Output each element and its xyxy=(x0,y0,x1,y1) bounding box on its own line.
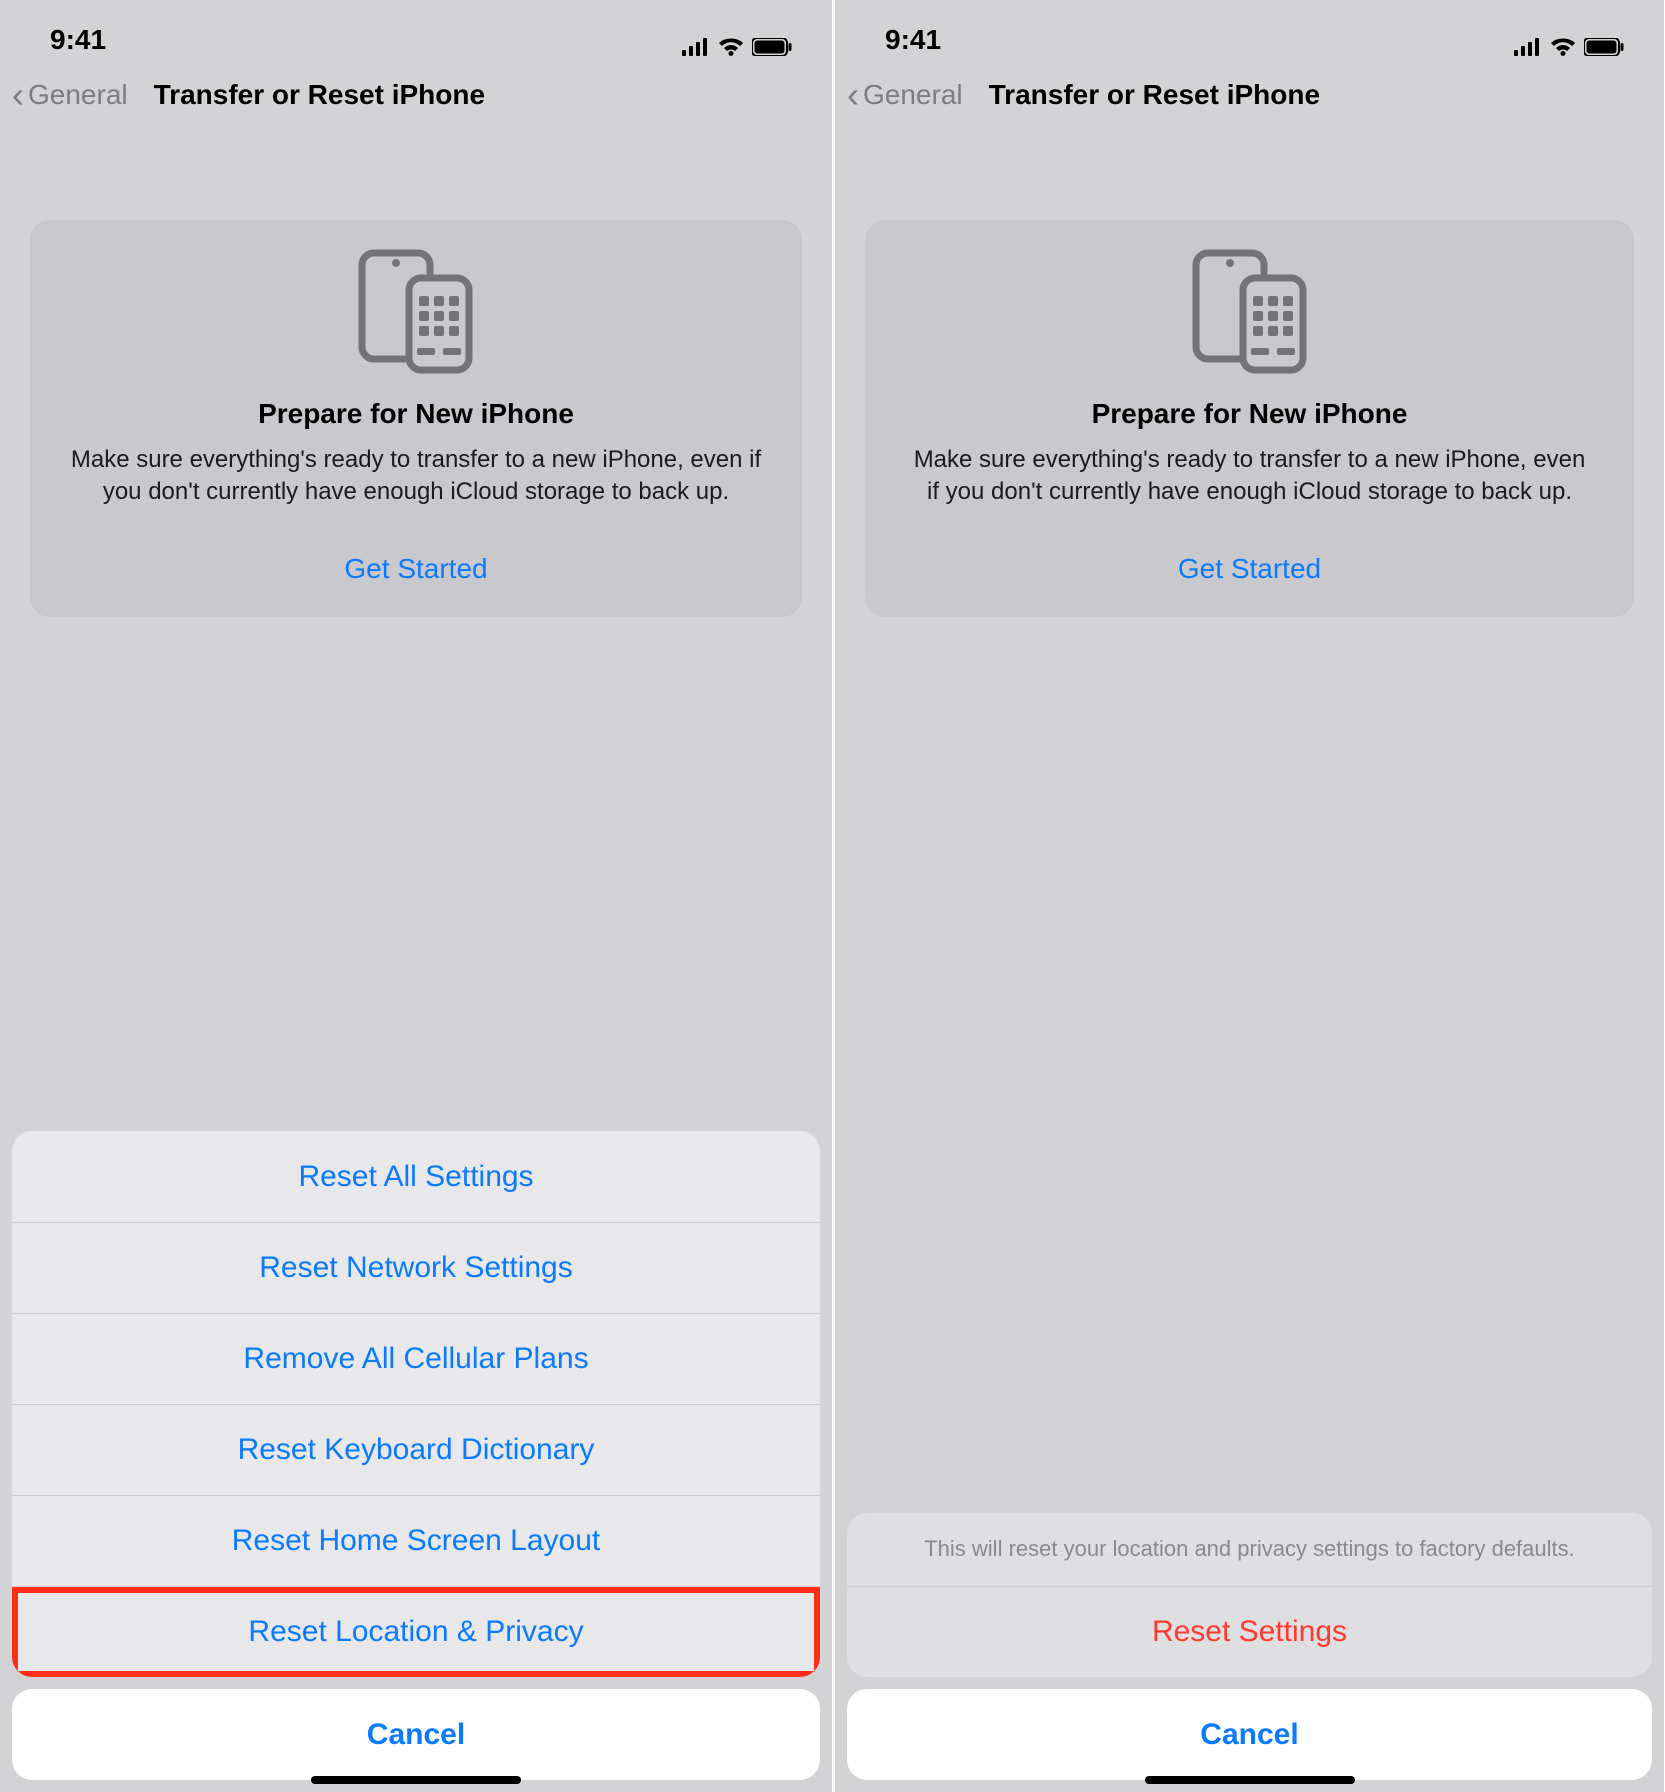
cellular-icon xyxy=(682,38,710,56)
chevron-left-icon: ‹ xyxy=(847,77,863,113)
cellular-icon xyxy=(1514,38,1542,56)
reset-home-screen-layout-button[interactable]: Reset Home Screen Layout xyxy=(12,1495,820,1586)
status-time: 9:41 xyxy=(885,24,1514,56)
confirm-action-sheet: This will reset your location and privac… xyxy=(847,1513,1652,1780)
battery-icon xyxy=(1584,38,1624,56)
status-icons xyxy=(682,38,792,56)
prepare-card: Prepare for New iPhone Make sure everyth… xyxy=(30,220,802,617)
status-bar: 9:41 xyxy=(0,0,832,60)
back-label: General xyxy=(863,79,963,111)
home-indicator[interactable] xyxy=(311,1776,521,1784)
back-button[interactable]: ‹ General xyxy=(12,77,128,113)
prepare-description: Make sure everything's ready to transfer… xyxy=(54,444,778,509)
reset-keyboard-dictionary-button[interactable]: Reset Keyboard Dictionary xyxy=(12,1404,820,1495)
prepare-card: Prepare for New iPhone Make sure everyth… xyxy=(865,220,1634,617)
wifi-icon xyxy=(718,38,744,56)
reset-location-privacy-button[interactable]: Reset Location & Privacy xyxy=(12,1586,820,1677)
screenshot-right: 9:41 ‹ General Transfer or Reset iPhone xyxy=(832,0,1664,1792)
cancel-button[interactable]: Cancel xyxy=(12,1689,820,1780)
status-bar: 9:41 xyxy=(835,0,1664,60)
status-time: 9:41 xyxy=(50,24,682,56)
page-title: Transfer or Reset iPhone xyxy=(989,79,1320,111)
reset-all-settings-button[interactable]: Reset All Settings xyxy=(12,1131,820,1222)
page-title: Transfer or Reset iPhone xyxy=(154,79,485,111)
wifi-icon xyxy=(1550,38,1576,56)
confirm-message: This will reset your location and privac… xyxy=(847,1513,1652,1586)
get-started-button[interactable]: Get Started xyxy=(889,553,1610,585)
two-iphones-icon xyxy=(54,248,778,376)
reset-network-settings-button[interactable]: Reset Network Settings xyxy=(12,1222,820,1313)
nav-bar: ‹ General Transfer or Reset iPhone xyxy=(835,60,1664,130)
cancel-button[interactable]: Cancel xyxy=(847,1689,1652,1780)
status-icons xyxy=(1514,38,1624,56)
reset-action-sheet: Reset All Settings Reset Network Setting… xyxy=(12,1131,820,1780)
chevron-left-icon: ‹ xyxy=(12,77,28,113)
screenshot-left: 9:41 ‹ General Transfer or Reset iPhone xyxy=(0,0,832,1792)
two-iphones-icon xyxy=(889,248,1610,376)
remove-all-cellular-plans-button[interactable]: Remove All Cellular Plans xyxy=(12,1313,820,1404)
prepare-title: Prepare for New iPhone xyxy=(54,398,778,430)
prepare-title: Prepare for New iPhone xyxy=(889,398,1610,430)
battery-icon xyxy=(752,38,792,56)
home-indicator[interactable] xyxy=(1145,1776,1355,1784)
back-label: General xyxy=(28,79,128,111)
nav-bar: ‹ General Transfer or Reset iPhone xyxy=(0,60,832,130)
prepare-description: Make sure everything's ready to transfer… xyxy=(889,444,1610,509)
reset-settings-button[interactable]: Reset Settings xyxy=(847,1586,1652,1677)
get-started-button[interactable]: Get Started xyxy=(54,553,778,585)
back-button[interactable]: ‹ General xyxy=(847,77,963,113)
